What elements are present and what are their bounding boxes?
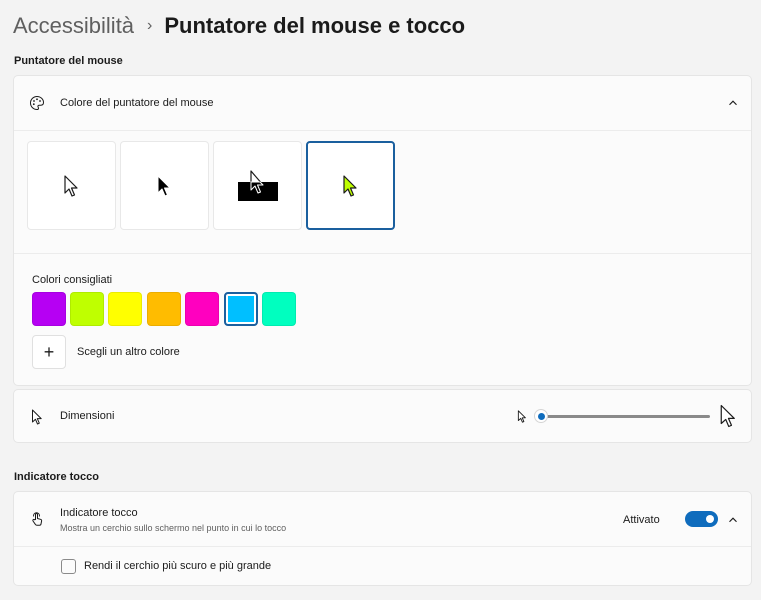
color-swatch-yellow[interactable]: [108, 292, 142, 326]
touch-indicator-header[interactable]: Indicatore tocco Mostra un cerchio sullo…: [14, 492, 751, 547]
add-color-button[interactable]: +: [32, 335, 66, 369]
color-swatch-orange[interactable]: [147, 292, 181, 326]
divider: [14, 253, 751, 254]
chevron-up-icon[interactable]: [727, 97, 739, 109]
plus-icon: +: [43, 341, 55, 362]
color-swatch-magenta[interactable]: [185, 292, 219, 326]
pointer-color-card: Colore del puntatore del mouse Colori co…: [13, 75, 752, 386]
page-title: Puntatore del mouse e tocco: [164, 13, 466, 38]
pointer-style-custom[interactable]: [306, 141, 395, 230]
pointer-icon: [28, 408, 46, 426]
pointer-color-label: Colore del puntatore del mouse: [60, 97, 214, 109]
palette-icon: [28, 94, 46, 112]
white-pointer-icon: [63, 174, 78, 197]
toggle-status-label: Attivato: [623, 514, 660, 526]
touch-hand-icon: [28, 510, 46, 528]
divider: [14, 130, 751, 131]
pointer-style-inverted[interactable]: [213, 141, 302, 230]
pointer-size-card: Dimensioni: [13, 389, 752, 443]
color-swatch-lime[interactable]: [70, 292, 104, 326]
size-label: Dimensioni: [60, 410, 115, 422]
pointer-style-black[interactable]: [120, 141, 209, 230]
section-title-mouse: Puntatore del mouse: [14, 55, 123, 67]
pointer-style-white[interactable]: [27, 141, 116, 230]
touch-indicator-card: Indicatore tocco Mostra un cerchio sullo…: [13, 491, 752, 586]
divider: [14, 546, 751, 547]
breadcrumb-parent[interactable]: Accessibilità: [13, 13, 134, 39]
size-slider-thumb[interactable]: [534, 409, 548, 423]
touch-indicator-toggle[interactable]: [685, 511, 718, 527]
choose-other-color-label[interactable]: Scegli un altro colore: [77, 346, 180, 358]
color-swatch-purple[interactable]: [32, 292, 66, 326]
section-title-touch: Indicatore tocco: [14, 471, 99, 483]
touch-indicator-description: Mostra un cerchio sullo schermo nel punt…: [60, 523, 287, 533]
touch-indicator-label: Indicatore tocco: [60, 507, 138, 519]
large-pointer-icon: [719, 404, 737, 433]
black-pointer-icon: [157, 175, 170, 196]
pointer-color-header[interactable]: Colore del puntatore del mouse: [14, 76, 751, 131]
darker-larger-circle-label[interactable]: Rendi il cerchio più scuro e più grande: [84, 560, 271, 572]
breadcrumb: Accessibilità › Puntatore del mouse e to…: [13, 10, 465, 42]
custom-pointer-icon: [342, 174, 357, 197]
small-pointer-icon: [517, 410, 527, 428]
recommended-colors-label: Colori consigliati: [32, 274, 113, 286]
chevron-up-icon[interactable]: [727, 514, 739, 526]
darker-larger-circle-checkbox[interactable]: [61, 559, 76, 574]
breadcrumb-separator: ›: [147, 17, 153, 34]
color-swatch-teal[interactable]: [262, 292, 296, 326]
inverted-pointer-icon: [237, 169, 278, 201]
color-swatch-sky-blue[interactable]: [224, 292, 258, 326]
size-slider-track[interactable]: [542, 415, 710, 418]
